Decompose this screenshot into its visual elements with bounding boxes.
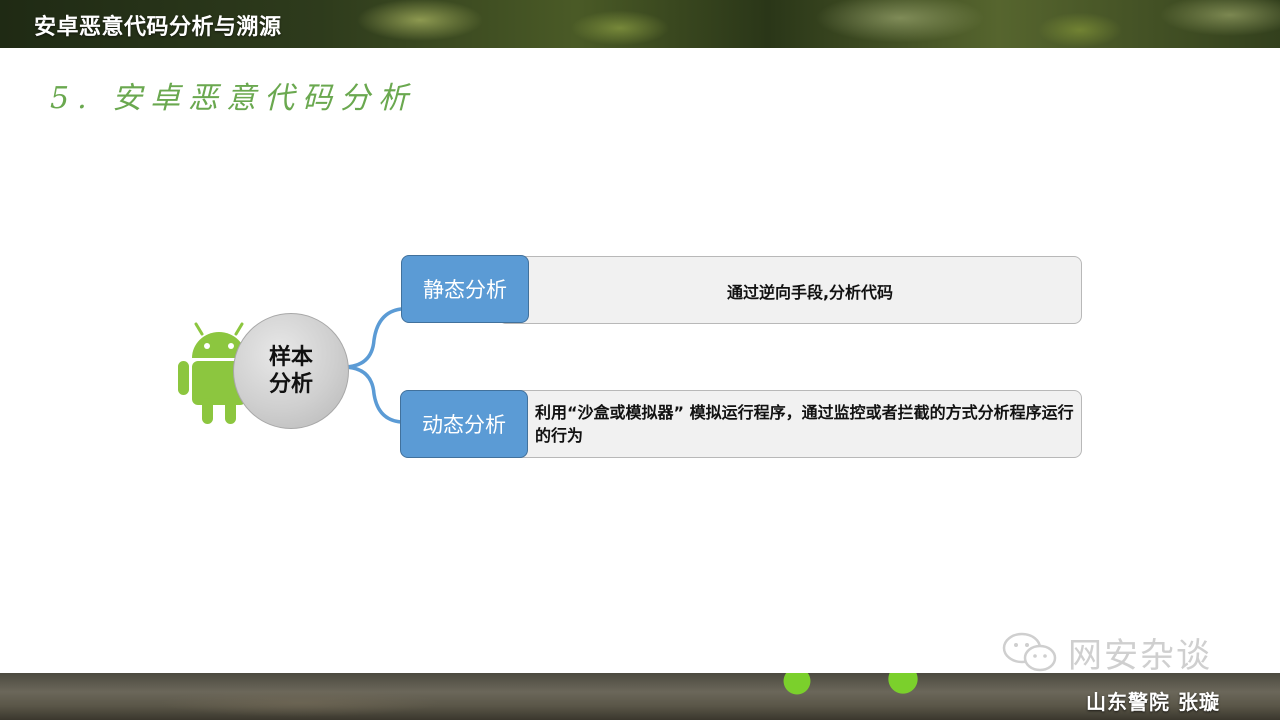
connector-bottom	[341, 365, 403, 424]
static-analysis-tag: 静态分析	[401, 255, 529, 323]
slide-header-title: 安卓恶意代码分析与溯源	[34, 15, 282, 40]
connector-top	[341, 307, 403, 369]
center-node: 样本分析	[233, 313, 349, 429]
dynamic-analysis-description: 利用“沙盒或模拟器” 模拟运行程序，通过监控或者拦截的方式分析程序运行的行为	[535, 403, 1074, 445]
static-analysis-description: 通过逆向手段,分析代码	[726, 283, 894, 302]
watermark: 网安杂谈	[1000, 630, 1212, 676]
watermark-text: 网安杂谈	[1068, 635, 1212, 676]
section-title: 5. 安卓恶意代码分析	[50, 81, 417, 116]
wechat-icon	[1002, 632, 1057, 672]
dynamic-analysis-tag: 动态分析	[400, 390, 528, 458]
footer-author: 山东警院 张璇	[1086, 690, 1220, 714]
static-analysis-description-box: 通过逆向手段,分析代码	[498, 256, 1082, 324]
center-node-label: 样本分析	[268, 345, 313, 397]
dynamic-analysis-description-box: 利用“沙盒或模拟器” 模拟运行程序，通过监控或者拦截的方式分析程序运行的行为	[498, 390, 1082, 458]
